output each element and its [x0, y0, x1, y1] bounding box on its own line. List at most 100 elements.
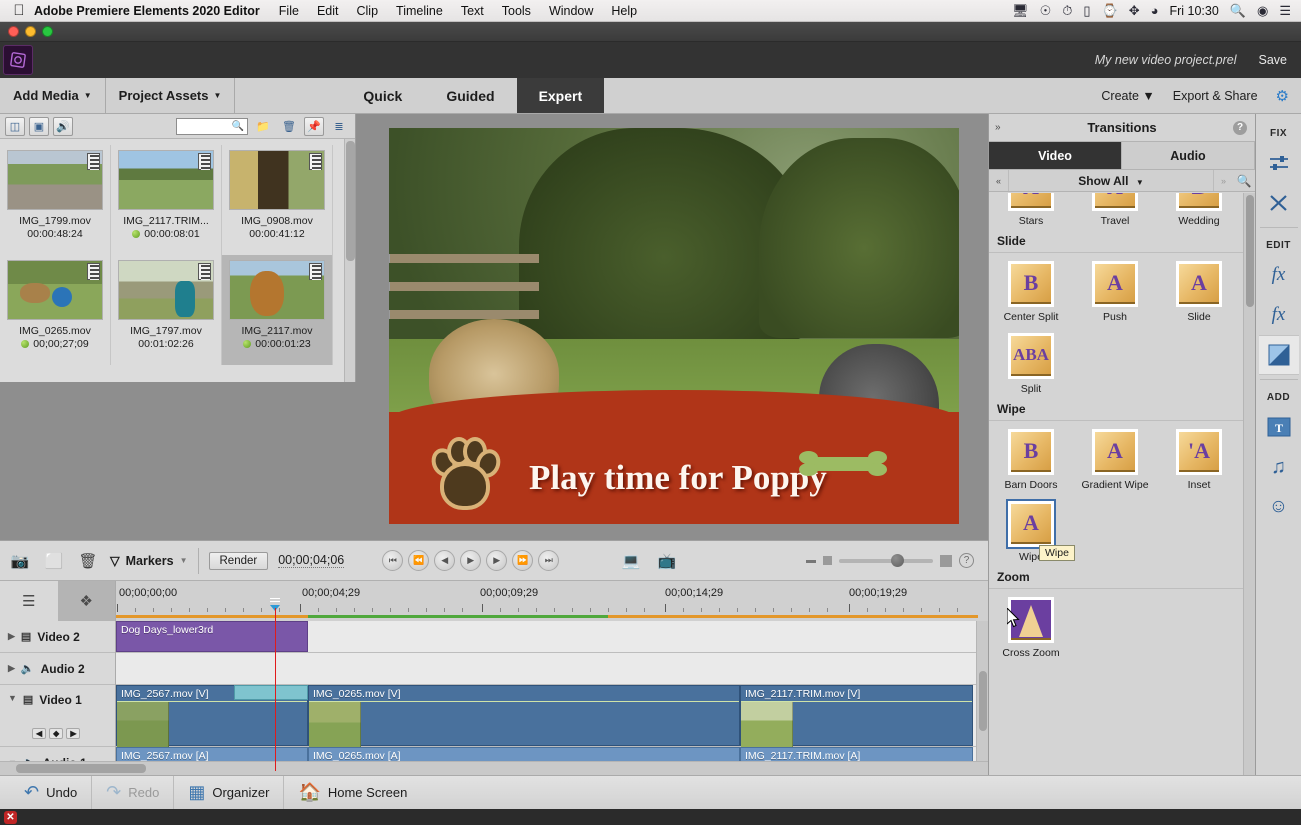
- step-forward-fast-icon[interactable]: ⏩: [512, 550, 534, 571]
- transition-on-timeline[interactable]: [234, 685, 308, 700]
- category-dropdown[interactable]: Show All ▼: [1009, 174, 1213, 188]
- asset-item[interactable]: IMG_0908.mov 00:00:41:12: [222, 145, 333, 255]
- keyframe-icon[interactable]: ❖: [57, 581, 115, 621]
- export-share-button[interactable]: Export & Share: [1173, 89, 1258, 103]
- render-button[interactable]: Render: [208, 551, 269, 570]
- transition-item[interactable]: B Wedding: [1157, 193, 1241, 227]
- audio-monitor-icon[interactable]: 📺: [655, 549, 679, 573]
- go-to-start-icon[interactable]: ⏮: [382, 550, 404, 571]
- tab-audio[interactable]: Audio: [1122, 142, 1255, 170]
- tab-video[interactable]: Video: [989, 142, 1122, 170]
- asset-item[interactable]: IMG_2117.TRIM... 00:00:08:01: [111, 145, 222, 255]
- list-view-icon[interactable]: ◫: [5, 116, 25, 136]
- timeline-ruler[interactable]: 00;00;00;00 00;00;04;29 00;00;09;29 00;0…: [116, 581, 988, 621]
- wifi-icon[interactable]: ◕: [1151, 4, 1159, 17]
- image-view-icon[interactable]: ▣: [29, 116, 49, 136]
- expand-arrows-icon[interactable]: »: [995, 122, 1001, 133]
- organizer-button[interactable]: ▦ Organizer: [174, 775, 285, 810]
- work-area-bar[interactable]: [116, 615, 988, 618]
- titles-text-icon[interactable]: T: [1259, 407, 1299, 447]
- music-note-icon[interactable]: ♫: [1259, 447, 1299, 487]
- menu-file[interactable]: File: [270, 4, 308, 18]
- menu-edit[interactable]: Edit: [308, 4, 348, 18]
- preview-monitor-icon[interactable]: 💻: [619, 549, 643, 573]
- new-folder-icon[interactable]: 📁: [252, 117, 274, 136]
- display-icon[interactable]: 🖥: [1012, 4, 1029, 17]
- gear-icon[interactable]: ⚙: [1276, 87, 1289, 105]
- go-to-end-icon[interactable]: ⏭: [538, 550, 560, 571]
- transitions-icon[interactable]: [1258, 335, 1299, 375]
- help-icon[interactable]: ?: [1233, 120, 1247, 135]
- transition-item[interactable]: 'A Inset: [1157, 429, 1241, 491]
- timeline-clip[interactable]: Dog Days_lower3rd: [116, 621, 308, 652]
- play-icon[interactable]: ▶: [460, 550, 482, 571]
- prev-keyframe-icon[interactable]: ◀: [32, 728, 47, 739]
- transition-item[interactable]: ABA Split: [989, 333, 1073, 395]
- next-keyframe-icon[interactable]: ▶: [66, 728, 81, 739]
- timeline-clip[interactable]: IMG_0265.mov [V]: [308, 685, 740, 748]
- freeze-frame-icon[interactable]: 📷: [8, 549, 32, 573]
- asset-item[interactable]: IMG_1799.mov 00:00:48:24: [0, 145, 111, 255]
- zoom-slider[interactable]: [839, 553, 933, 567]
- tools-icon[interactable]: [1259, 183, 1299, 223]
- zoom-min-icon[interactable]: [823, 556, 832, 565]
- zoom-out-icon[interactable]: ▬: [806, 555, 816, 566]
- menu-text[interactable]: Text: [452, 4, 493, 18]
- collapse-left-icon[interactable]: «: [989, 170, 1009, 191]
- bluetooth-icon[interactable]: ✥: [1129, 4, 1140, 17]
- chevron-down-icon[interactable]: ▼: [8, 693, 17, 703]
- control-center-icon[interactable]: ☰: [1279, 4, 1291, 17]
- close-window-button[interactable]: [8, 26, 19, 37]
- menu-timeline[interactable]: Timeline: [387, 4, 452, 18]
- home-screen-button[interactable]: 🏠 Home Screen: [284, 776, 421, 810]
- menu-window[interactable]: Window: [540, 4, 602, 18]
- help-icon[interactable]: ?: [959, 553, 974, 568]
- effects-pen-icon[interactable]: fx: [1259, 255, 1299, 295]
- adjustments-icon[interactable]: [1259, 143, 1299, 183]
- maximize-window-button[interactable]: [42, 26, 53, 37]
- add-media-button[interactable]: Add Media ▼: [0, 78, 106, 113]
- asset-item[interactable]: IMG_2117.mov 00:00:01:23: [222, 255, 333, 365]
- track-audio2[interactable]: [116, 653, 988, 685]
- creative-cloud-icon[interactable]: ☉: [1040, 4, 1052, 17]
- menu-tools[interactable]: Tools: [493, 4, 540, 18]
- minimize-window-button[interactable]: [25, 26, 36, 37]
- graphics-smiley-icon[interactable]: ☺: [1259, 487, 1299, 527]
- transition-item[interactable]: A Slide: [1157, 261, 1241, 323]
- redo-button[interactable]: ↷ Redo: [92, 775, 175, 810]
- timeline-horizontal-scrollbar[interactable]: [0, 761, 988, 775]
- transition-item[interactable]: B Center Split: [989, 261, 1073, 323]
- step-back-icon[interactable]: ◀: [434, 550, 456, 571]
- tab-quick[interactable]: Quick: [341, 78, 424, 113]
- tab-guided[interactable]: Guided: [424, 78, 516, 113]
- menu-clip[interactable]: Clip: [347, 4, 387, 18]
- screen-icon[interactable]: ▯: [1083, 4, 1090, 17]
- menu-help[interactable]: Help: [602, 4, 646, 18]
- transition-item[interactable]: A Stars: [989, 193, 1073, 227]
- transition-item[interactable]: A Push: [1073, 261, 1157, 323]
- duplicate-icon[interactable]: ⬜: [42, 549, 66, 573]
- apple-icon[interactable]: : [8, 3, 30, 18]
- search-icon[interactable]: 🔍: [1233, 174, 1255, 188]
- tab-expert[interactable]: Expert: [516, 78, 605, 113]
- delete-icon[interactable]: 🗑: [278, 117, 300, 136]
- timeline-clip[interactable]: IMG_2117.TRIM.mov [V]: [740, 685, 973, 748]
- current-timecode[interactable]: 00;00;04;06: [278, 553, 345, 568]
- assets-scrollbar[interactable]: [344, 139, 355, 382]
- search-input[interactable]: 🔍: [176, 117, 248, 135]
- audio-view-icon[interactable]: 🔊: [53, 116, 73, 136]
- save-button[interactable]: Save: [1259, 53, 1288, 67]
- transition-item[interactable]: B Barn Doors: [989, 429, 1073, 491]
- timeline-vertical-scrollbar[interactable]: [976, 621, 988, 761]
- panel-menu-icon[interactable]: ≣: [328, 117, 350, 136]
- transition-item[interactable]: A Travel: [1073, 193, 1157, 227]
- search-icon[interactable]: 🔍: [1230, 4, 1246, 17]
- delete-icon[interactable]: 🗑: [76, 549, 100, 573]
- track-header-video2[interactable]: ▶ ▤ Video 2: [0, 621, 115, 653]
- undo-button[interactable]: ↶ Undo: [10, 775, 93, 810]
- track-video2[interactable]: Dog Days_lower3rd: [116, 621, 988, 653]
- asset-item[interactable]: IMG_0265.mov 00;00;27;09: [0, 255, 111, 365]
- track-video1[interactable]: IMG_2567.mov [V] IMG_0265.mov [V] IMG_21…: [116, 685, 988, 748]
- transition-item[interactable]: A Gradient Wipe: [1073, 429, 1157, 491]
- video-preview[interactable]: Play time for Poppy: [389, 128, 959, 524]
